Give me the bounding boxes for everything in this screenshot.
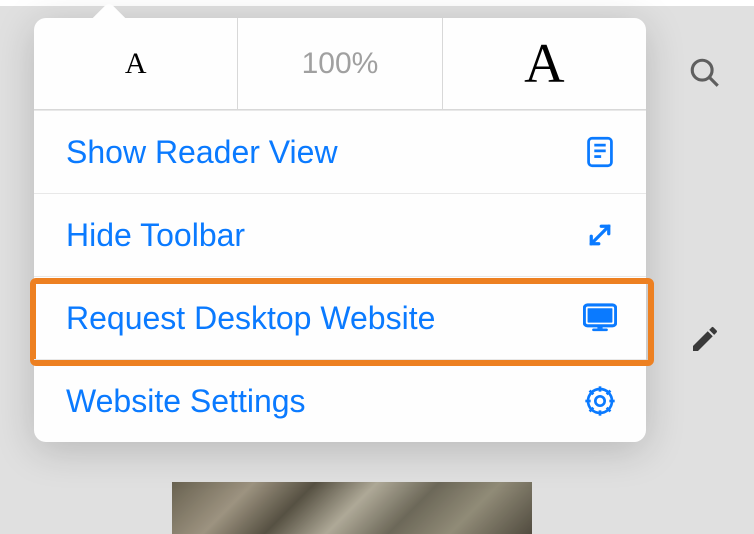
edit-pencil-icon[interactable] <box>684 318 726 360</box>
expand-arrows-icon <box>582 217 618 253</box>
decrease-text-size-button[interactable]: A <box>34 18 237 110</box>
gear-icon <box>582 383 618 419</box>
show-reader-view-item[interactable]: Show Reader View <box>34 110 646 193</box>
page-image-content <box>172 482 532 534</box>
small-a-icon: A <box>125 47 147 81</box>
menu-item-label: Show Reader View <box>66 134 338 171</box>
text-size-controls: A 100% A <box>34 18 646 110</box>
zoom-level-display[interactable]: 100% <box>237 18 442 110</box>
website-settings-item[interactable]: Website Settings <box>34 359 646 442</box>
desktop-monitor-icon <box>582 300 618 336</box>
request-desktop-website-item[interactable]: Request Desktop Website <box>34 276 646 359</box>
increase-text-size-button[interactable]: A <box>443 18 646 110</box>
menu-item-label: Request Desktop Website <box>66 300 435 337</box>
reader-view-icon <box>582 134 618 170</box>
large-a-icon: A <box>524 32 564 96</box>
menu-item-label: Website Settings <box>66 383 306 420</box>
menu-item-label: Hide Toolbar <box>66 217 245 254</box>
hide-toolbar-item[interactable]: Hide Toolbar <box>34 193 646 276</box>
page-settings-popover: A 100% A Show Reader View Hide Toolbar <box>34 18 646 442</box>
zoom-percent-label: 100% <box>302 47 379 81</box>
search-icon[interactable] <box>684 52 726 94</box>
